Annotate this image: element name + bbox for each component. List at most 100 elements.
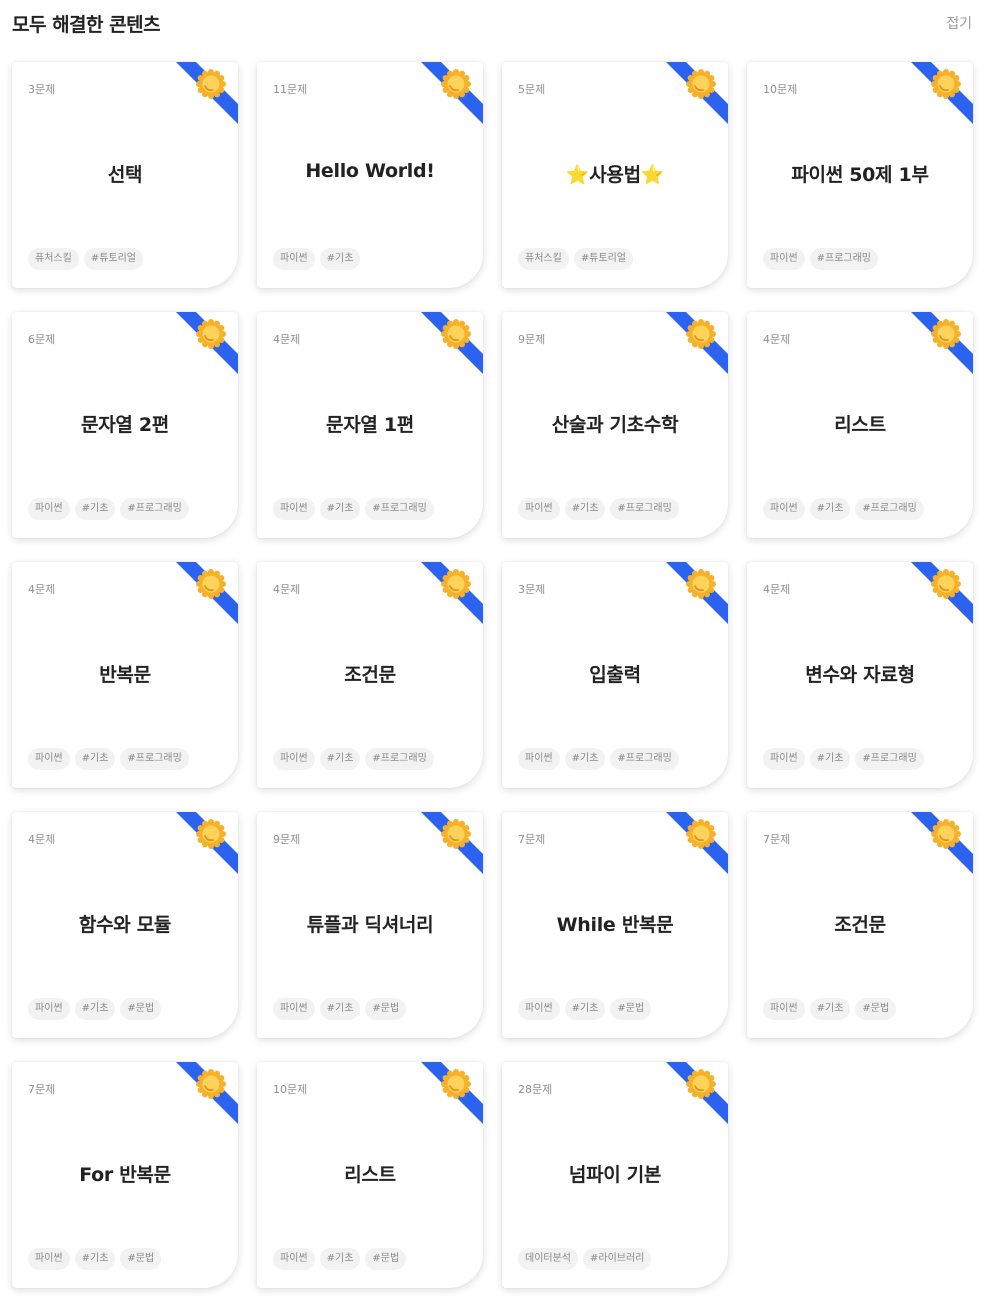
content-card[interactable]: 28문제 넘파이 기본 데이터분석 #라이브러리: [502, 1062, 728, 1288]
tag-chip: 파이썬: [518, 748, 560, 770]
content-card[interactable]: 4문제 리스트 파이썬 #기초 #프로그래밍: [747, 312, 973, 538]
tag-chip: 파이썬: [273, 998, 315, 1020]
content-card[interactable]: 4문제 함수와 모듈 파이썬 #기초 #문법: [12, 812, 238, 1038]
tag-chip: #문법: [120, 1248, 162, 1270]
content-card-grid: 3문제 선택 퓨처스킬 #튜토리얼 11문제 Hello World! 파이썬 #기초 5문제 ⭐…: [12, 62, 973, 1288]
ribbon-band: [666, 562, 728, 624]
completion-ribbon-icon: [911, 312, 973, 374]
tag-list: 파이썬 #기초 #문법: [28, 1248, 162, 1270]
ribbon-band: [176, 1062, 238, 1124]
content-card[interactable]: 7문제 조건문 파이썬 #기초 #문법: [747, 812, 973, 1038]
tag-chip: #문법: [120, 998, 162, 1020]
content-card[interactable]: 6문제 문자열 2편 파이썬 #기초 #프로그래밍: [12, 312, 238, 538]
tag-chip: #기초: [809, 748, 851, 770]
tag-list: 파이썬 #기초 #문법: [273, 998, 407, 1020]
problem-count: 3문제: [28, 83, 56, 96]
content-card[interactable]: 4문제 반복문 파이썬 #기초 #프로그래밍: [12, 562, 238, 788]
tag-list: 퓨처스킬 #튜토리얼: [518, 248, 633, 270]
content-card[interactable]: 7문제 For 반복문 파이썬 #기초 #문법: [12, 1062, 238, 1288]
card-title: 선택: [107, 164, 143, 186]
tag-chip: #기초: [74, 1248, 116, 1270]
tag-list: 파이썬 #기초 #프로그래밍: [273, 748, 434, 770]
problem-count: 7문제: [518, 833, 546, 846]
tag-list: 파이썬 #기초 #프로그래밍: [273, 498, 434, 520]
tag-chip: #프로그래밍: [610, 498, 679, 520]
tag-list: 파이썬 #기초 #프로그래밍: [28, 498, 189, 520]
medal-icon: [931, 69, 961, 99]
medal-icon: [196, 319, 226, 349]
problem-count: 28문제: [518, 1083, 553, 1096]
tag-chip: #기초: [319, 998, 361, 1020]
tag-chip: #프로그래밍: [120, 748, 189, 770]
completed-contents-page: 모두 해결한 콘텐츠 접기 3문제 선택 퓨처스킬 #튜토리얼 11문제 Hello Wo…: [0, 0, 986, 1298]
problem-count: 4문제: [28, 583, 56, 596]
ribbon-band: [666, 312, 728, 374]
collapse-button[interactable]: 접기: [946, 13, 972, 33]
section-title: 모두 해결한 콘텐츠: [12, 13, 161, 36]
card-title: 변수와 자료형: [805, 664, 915, 686]
content-card[interactable]: 10문제 파이썬 50제 1부 파이썬 #프로그래밍: [747, 62, 973, 288]
tag-chip: 파이썬: [273, 1248, 315, 1270]
card-title: 문자열 2편: [81, 414, 169, 436]
medal-icon: [931, 319, 961, 349]
tag-chip: #기초: [74, 748, 116, 770]
card-title: 리스트: [834, 414, 886, 436]
medal-icon: [196, 1069, 226, 1099]
card-title: 리스트: [344, 1164, 396, 1186]
problem-count: 10문제: [763, 83, 798, 96]
problem-count: 4문제: [273, 333, 301, 346]
card-title: 입출력: [589, 664, 641, 686]
card-title: 조건문: [834, 914, 886, 936]
ribbon-band: [176, 812, 238, 874]
tag-list: 파이썬 #기초: [273, 248, 361, 270]
tag-list: 파이썬 #기초 #프로그래밍: [763, 498, 924, 520]
completion-ribbon-icon: [421, 1062, 483, 1124]
content-card[interactable]: 3문제 선택 퓨처스킬 #튜토리얼: [12, 62, 238, 288]
content-card[interactable]: 9문제 튜플과 딕셔너리 파이썬 #기초 #문법: [257, 812, 483, 1038]
problem-count: 4문제: [273, 583, 301, 596]
card-title: 함수와 모듈: [78, 914, 172, 936]
card-title: ⭐사용법⭐: [565, 164, 665, 186]
tag-list: 파이썬 #기초 #문법: [28, 998, 162, 1020]
problem-count: 3문제: [518, 583, 546, 596]
tag-chip: #기초: [809, 498, 851, 520]
tag-chip: #기초: [74, 998, 116, 1020]
card-title: While 반복문: [556, 914, 674, 936]
medal-icon: [196, 569, 226, 599]
completion-ribbon-icon: [176, 812, 238, 874]
ribbon-band: [911, 62, 973, 124]
content-card[interactable]: 11문제 Hello World! 파이썬 #기초: [257, 62, 483, 288]
medal-icon: [441, 819, 471, 849]
content-card[interactable]: 4문제 변수와 자료형 파이썬 #기초 #프로그래밍: [747, 562, 973, 788]
ribbon-band: [421, 1062, 483, 1124]
tag-chip: 파이썬: [273, 248, 315, 270]
tag-chip: #기초: [319, 248, 361, 270]
problem-count: 4문제: [763, 583, 791, 596]
ribbon-band: [666, 62, 728, 124]
content-card[interactable]: 9문제 산술과 기초수학 파이썬 #기초 #프로그래밍: [502, 312, 728, 538]
content-card[interactable]: 3문제입출력파이썬 #기초 #프로그래밍: [502, 562, 728, 788]
content-card[interactable]: 10문제 리스트 파이썬 #기초 #문법: [257, 1062, 483, 1288]
card-title: For 반복문: [79, 1164, 171, 1186]
tag-list: 파이썬 #기초 #프로그래밍: [518, 498, 679, 520]
ribbon-band: [176, 562, 238, 624]
completion-ribbon-icon: [176, 562, 238, 624]
content-card[interactable]: 4문제 조건문 파이썬 #기초 #프로그래밍: [257, 562, 483, 788]
problem-count: 9문제: [518, 333, 546, 346]
tag-chip: #기초: [564, 748, 606, 770]
card-title: 튜플과 딕셔너리: [306, 914, 434, 936]
tag-chip: #프로그래밍: [610, 748, 679, 770]
medal-icon: [686, 819, 716, 849]
completion-ribbon-icon: [421, 812, 483, 874]
content-card[interactable]: 5문제 ⭐사용법⭐ 퓨처스킬 #튜토리얼: [502, 62, 728, 288]
completion-ribbon-icon: [666, 312, 728, 374]
ribbon-band: [666, 812, 728, 874]
ribbon-band: [911, 312, 973, 374]
tag-chip: 데이터분석: [518, 1248, 578, 1270]
tag-chip: #기초: [319, 1248, 361, 1270]
problem-count: 11문제: [273, 83, 308, 96]
content-card[interactable]: 7문제 While 반복문 파이썬 #기초 #문법: [502, 812, 728, 1038]
tag-chip: #프로그래밍: [855, 748, 924, 770]
tag-chip: 파이썬: [273, 748, 315, 770]
content-card[interactable]: 4문제 문자열 1편 파이썬 #기초 #프로그래밍: [257, 312, 483, 538]
